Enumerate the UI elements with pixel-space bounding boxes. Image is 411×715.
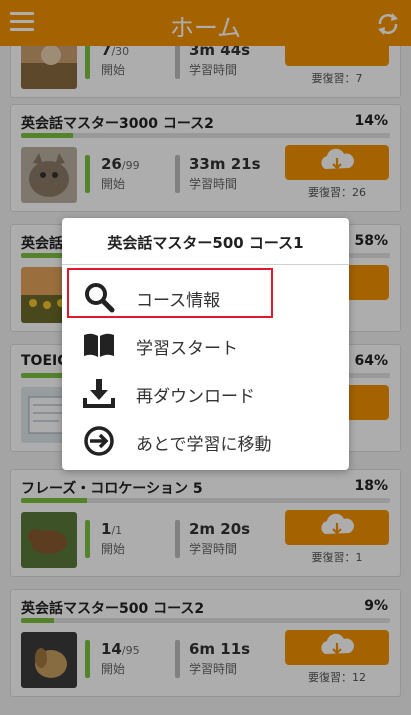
- popup-title: 英会話マスター500 コース1: [107, 234, 304, 252]
- menu-item-move-to-later[interactable]: あとで学習に移動: [62, 418, 349, 462]
- menu-item-label: 再ダウンロード: [136, 387, 255, 407]
- download-icon: [83, 379, 115, 408]
- menu-item-start-study[interactable]: 学習スタート: [62, 322, 349, 366]
- book-icon: [84, 333, 114, 357]
- selection-highlight: [67, 268, 273, 318]
- menu-item-redownload[interactable]: 再ダウンロード: [62, 370, 349, 414]
- course-action-menu: 英会話マスター500 コース1 コース情報 学習スタート 再ダウンロード あとで…: [62, 218, 349, 470]
- menu-item-label: 学習スタート: [136, 339, 238, 359]
- move-later-icon: [84, 426, 114, 456]
- popup-divider: [62, 264, 349, 265]
- menu-item-label: あとで学習に移動: [136, 435, 272, 455]
